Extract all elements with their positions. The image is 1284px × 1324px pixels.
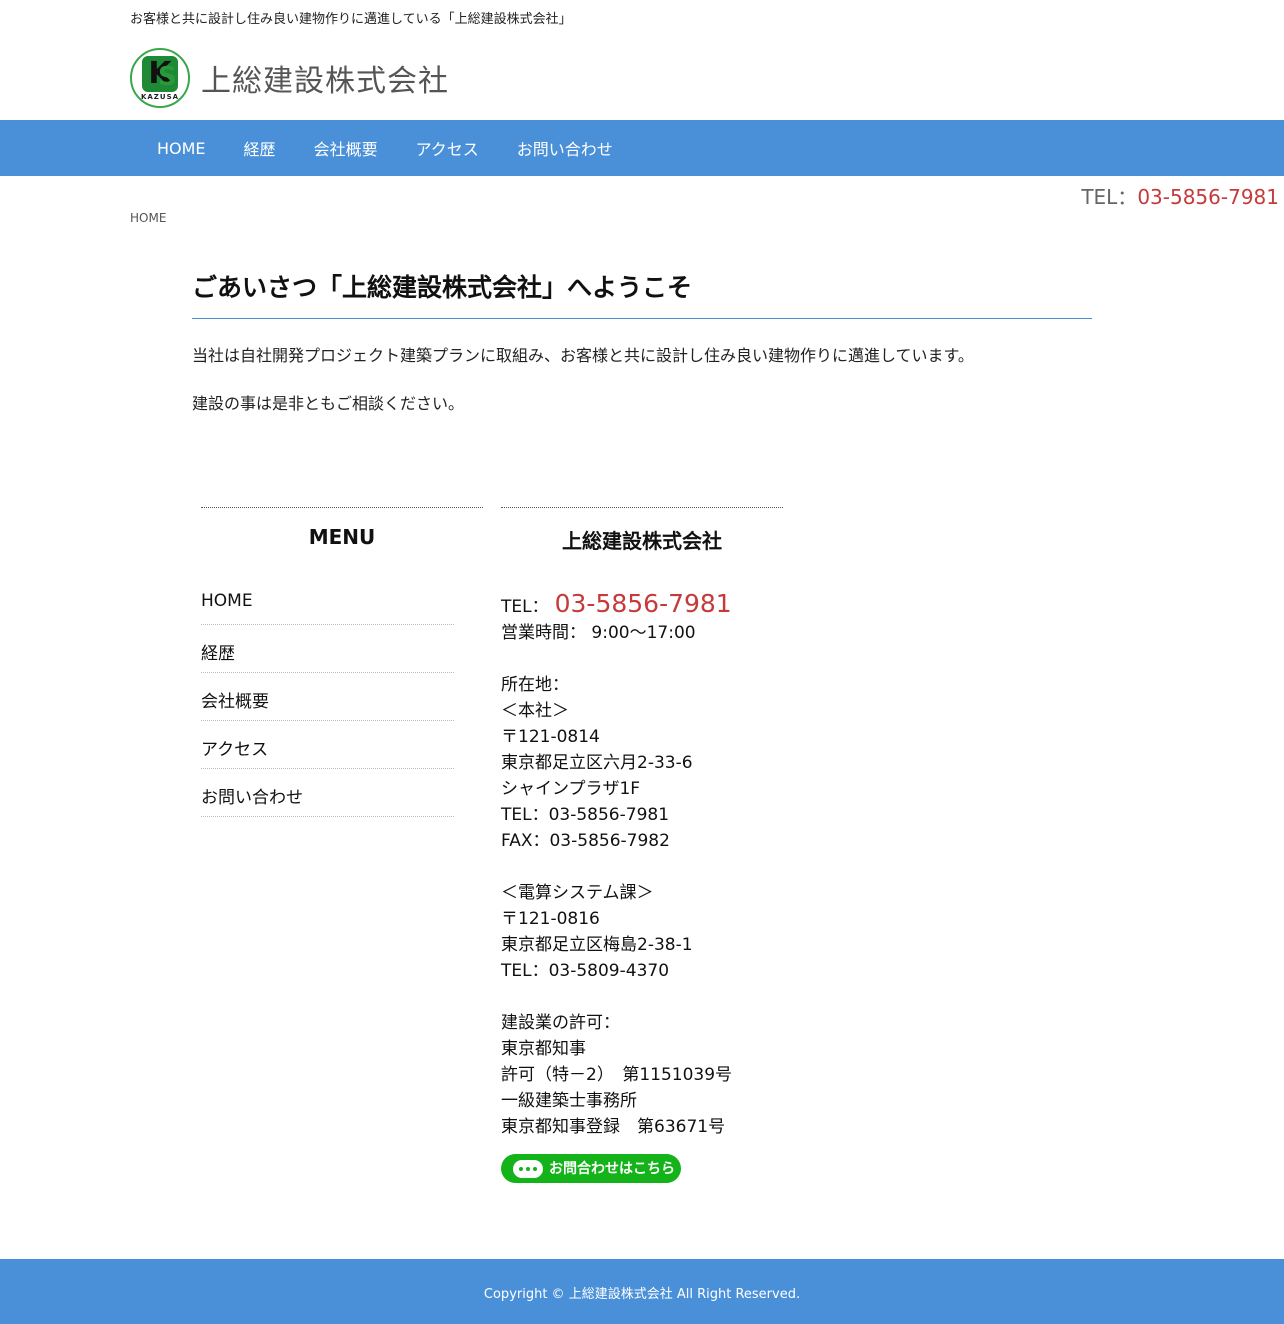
intro-paragraph: 当社は自社開発プロジェクト建築プランに取組み、お客様と共に設計し住み良い建物作り…	[192, 346, 974, 365]
company-info-body: TEL： 03-5856-7981 営業時間： 9:00～17:00 所在地： …	[501, 591, 783, 1183]
header-phone-number[interactable]: 03-5856-7981	[1137, 185, 1279, 209]
company-info-heading: 上総建設株式会社	[562, 529, 722, 553]
site-logo-link[interactable]: K S KAZUSA 上総建設株式会社	[130, 48, 449, 108]
menu-item-history[interactable]: 経歴	[201, 625, 454, 673]
contact-button-label: お問合わせはこちら	[549, 1160, 675, 1177]
menu-item-home[interactable]: HOME	[201, 585, 454, 625]
main-navigation: HOME 経歴 会社概要 アクセス お問い合わせ	[0, 120, 1284, 176]
menu-item-contact[interactable]: お問い合わせ	[201, 769, 454, 817]
consult-paragraph: 建設の事は是非ともご相談ください。	[192, 394, 465, 413]
site-tagline: お客様と共に設計し住み良い建物作りに邁進している「上総建設株式会社」	[130, 12, 572, 27]
copyright-text: Copyright © 上総建設株式会社 All Right Reserved.	[483, 1287, 801, 1302]
branch-tel: TEL：03-5809-4370	[501, 961, 670, 981]
hq-label: ＜本社＞	[501, 701, 569, 721]
info-phone-label: TEL：	[501, 597, 549, 617]
sidebar-menu: MENU HOME 経歴 会社概要 アクセス お問い合わせ	[201, 507, 483, 817]
contact-button[interactable]: お問合わせはこちら	[501, 1154, 681, 1183]
hq-tel: TEL：03-5856-7981	[501, 805, 670, 825]
business-hours: 営業時間： 9:00～17:00	[501, 623, 696, 643]
license-authority: 東京都知事	[501, 1039, 586, 1059]
menu-item-access[interactable]: アクセス	[201, 721, 454, 769]
chat-bubble-icon	[513, 1159, 543, 1178]
branch-label: ＜電算システム課＞	[501, 883, 654, 903]
site-footer: Copyright © 上総建設株式会社 All Right Reserved.	[0, 1259, 1284, 1324]
logo-s-mark: S	[158, 62, 177, 92]
branch-zip: 〒121-0816	[501, 909, 600, 929]
nav-list: HOME 経歴 会社概要 アクセス お問い合わせ	[138, 120, 632, 176]
nav-item-company[interactable]: 会社概要	[295, 136, 397, 160]
hq-address: 東京都足立区六月2-33-6	[501, 753, 693, 773]
hq-building: シャインプラザ1F	[501, 779, 641, 799]
company-info: 上総建設株式会社 TEL： 03-5856-7981 営業時間： 9:00～17…	[501, 507, 783, 1183]
site-title[interactable]: 上総建設株式会社	[201, 56, 449, 100]
breadcrumb-home[interactable]: HOME	[130, 211, 166, 225]
office-type: 一級建築士事務所	[501, 1091, 637, 1111]
company-logo: K S KAZUSA	[130, 48, 190, 108]
hq-fax: FAX：03-5856-7982	[501, 831, 670, 851]
nav-item-access[interactable]: アクセス	[397, 136, 498, 160]
page-title: ごあいさつ「上総建設株式会社」へようこそ	[192, 268, 1092, 319]
nav-item-history[interactable]: 経歴	[225, 136, 295, 160]
logo-wordmark: KAZUSA	[140, 93, 180, 101]
nav-item-home[interactable]: HOME	[138, 139, 225, 158]
license-number: 許可（特－2） 第1151039号	[501, 1065, 733, 1085]
license-label: 建設業の許可：	[501, 1013, 620, 1033]
header-phone-label: TEL：	[1081, 185, 1138, 209]
menu-item-company[interactable]: 会社概要	[201, 673, 454, 721]
info-phone: TEL： 03-5856-7981	[501, 591, 783, 620]
info-phone-number[interactable]: 03-5856-7981	[555, 591, 732, 617]
header-phone: TEL：03-5856-7981	[1081, 181, 1279, 210]
office-registration: 東京都知事登録 第63671号	[501, 1117, 726, 1137]
menu-heading: MENU	[308, 525, 376, 549]
menu-list: HOME 経歴 会社概要 アクセス お問い合わせ	[201, 585, 454, 817]
branch-address: 東京都足立区梅島2-38-1	[501, 935, 693, 955]
nav-item-contact[interactable]: お問い合わせ	[498, 136, 632, 160]
address-label: 所在地：	[501, 675, 569, 695]
hq-zip: 〒121-0814	[501, 727, 600, 747]
